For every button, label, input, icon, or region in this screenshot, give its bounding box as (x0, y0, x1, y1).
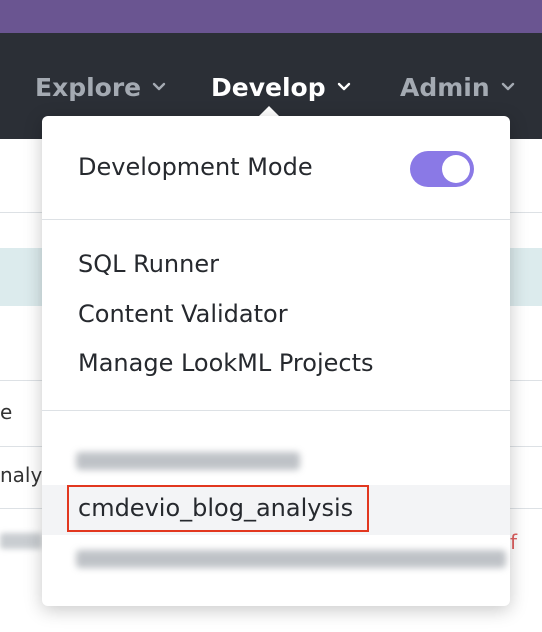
project-highlight-box (67, 485, 369, 532)
background-text: e (0, 400, 13, 424)
menu-item-content-validator[interactable]: Content Validator (78, 300, 288, 328)
toggle-knob (442, 155, 470, 183)
nav-develop[interactable]: Develop (211, 72, 352, 102)
menu-divider (42, 410, 510, 411)
project-item-redacted[interactable] (76, 550, 506, 568)
chevron-down-icon (336, 79, 352, 95)
menu-item-manage-lookml-projects[interactable]: Manage LookML Projects (78, 349, 374, 377)
nav-develop-label: Develop (211, 72, 326, 102)
project-item-redacted[interactable] (76, 452, 300, 470)
chevron-down-icon (151, 79, 167, 95)
menu-item-sql-runner[interactable]: SQL Runner (78, 250, 219, 278)
background-blurred-text (0, 533, 42, 549)
development-mode-label: Development Mode (78, 153, 313, 181)
nav-explore-label: Explore (35, 72, 142, 102)
develop-dropdown-menu: Development Mode SQL Runner Content Vali… (42, 116, 510, 606)
chevron-down-icon (500, 79, 516, 95)
background-red-mark: f (510, 530, 518, 554)
top-accent-strip (0, 0, 542, 33)
nav-explore[interactable]: Explore (35, 72, 167, 102)
menu-divider (42, 219, 510, 220)
development-mode-toggle[interactable] (410, 151, 474, 187)
nav-admin-label: Admin (400, 72, 490, 102)
nav-admin[interactable]: Admin (400, 72, 516, 102)
